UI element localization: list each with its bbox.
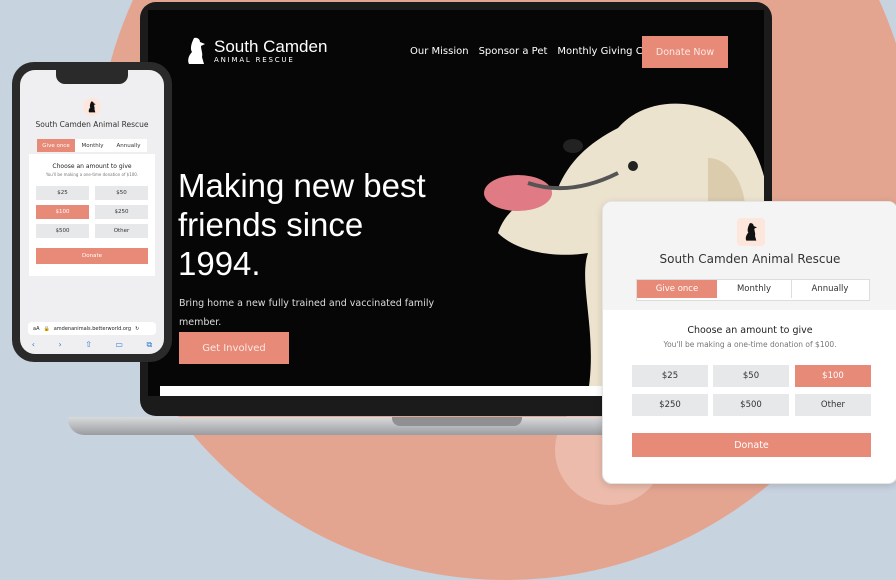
lock-icon: 🔒: [43, 325, 50, 332]
hero-heading: Making new best friends since 1994.: [178, 166, 458, 283]
dog-logo-icon: [188, 37, 205, 64]
back-icon[interactable]: ‹: [32, 340, 35, 354]
tabs-icon[interactable]: ⧉: [146, 340, 152, 354]
phone-frame: South Camden Animal Rescue Give once Mon…: [12, 62, 172, 362]
site-logo[interactable]: South Camden ANIMAL RESCUE: [184, 36, 327, 66]
hero-subtext-line: member.: [179, 317, 222, 328]
phone-amount-500[interactable]: $500: [36, 224, 89, 238]
widget-tab-annually[interactable]: Annually: [792, 280, 868, 298]
widget-amount-50[interactable]: $50: [713, 365, 789, 387]
donate-now-button[interactable]: Donate Now: [642, 36, 728, 68]
widget-logo: [737, 218, 765, 246]
phone-amount-50[interactable]: $50: [95, 186, 148, 200]
phone-amount-other[interactable]: Other: [95, 224, 148, 238]
widget-donate-button[interactable]: Donate: [632, 433, 871, 457]
main-nav: Our Mission Sponsor a Pet Monthly Giving…: [410, 46, 658, 57]
hero-subtext-line: Bring home a new fully trained and vacci…: [179, 298, 435, 309]
brand-name: South Camden: [214, 37, 328, 56]
widget-amount-500[interactable]: $500: [713, 394, 789, 416]
phone-amount-25[interactable]: $25: [36, 186, 89, 200]
brand-subtitle: ANIMAL RESCUE: [214, 56, 295, 64]
phone-address-bar[interactable]: aA 🔒 amdenanimals.betterworld.org ↻: [28, 322, 156, 335]
widget-amount-25[interactable]: $25: [632, 365, 708, 387]
donation-widget: South Camden Animal Rescue Give once Mon…: [602, 201, 896, 484]
nav-sponsor-a-pet[interactable]: Sponsor a Pet: [479, 46, 548, 57]
phone-heading: Choose an amount to give: [52, 163, 132, 170]
phone-tab-monthly[interactable]: Monthly: [75, 139, 110, 152]
hero-line: 1994.: [178, 245, 261, 282]
phone-tab-give-once[interactable]: Give once: [37, 139, 75, 152]
phone-notch: [56, 70, 128, 84]
widget-note: You'll be making a one-time donation of …: [663, 340, 837, 349]
phone-toolbar: ‹ › ⇧ ▭ ⧉: [20, 340, 164, 354]
phone-url: amdenanimals.betterworld.org: [53, 325, 132, 332]
widget-amount-250[interactable]: $250: [632, 394, 708, 416]
hero-subtext: Bring home a new fully trained and vacci…: [179, 294, 439, 332]
dog-logo-icon: [88, 101, 96, 113]
nav-our-mission[interactable]: Our Mission: [410, 46, 469, 57]
phone-amount-100[interactable]: $100: [36, 205, 89, 219]
bookmarks-icon[interactable]: ▭: [115, 340, 123, 354]
phone-screen: South Camden Animal Rescue Give once Mon…: [20, 70, 164, 354]
widget-tab-monthly[interactable]: Monthly: [717, 280, 792, 298]
dog-logo-icon: [745, 223, 757, 241]
phone-logo: [83, 98, 101, 116]
hero-line: Making new best: [178, 167, 426, 204]
phone-tab-annually[interactable]: Annually: [110, 139, 147, 152]
phone-title: South Camden Animal Rescue: [35, 120, 149, 129]
laptop-notch: [392, 417, 522, 426]
forward-icon[interactable]: ›: [58, 340, 61, 354]
reload-icon[interactable]: ↻: [135, 326, 139, 332]
text-size-button[interactable]: aA: [33, 326, 39, 332]
phone-donation-card: Choose an amount to give You'll be makin…: [29, 154, 155, 276]
widget-tab-give-once[interactable]: Give once: [637, 280, 717, 298]
widget-amount-100[interactable]: $100: [795, 365, 871, 387]
hero-line: friends since: [178, 206, 364, 243]
widget-heading: Choose an amount to give: [687, 325, 813, 336]
phone-note: You'll be making a one-time donation of …: [45, 172, 139, 177]
widget-title: South Camden Animal Rescue: [659, 252, 841, 266]
phone-donate-button[interactable]: Donate: [36, 248, 148, 264]
widget-amount-other[interactable]: Other: [795, 394, 871, 416]
share-icon[interactable]: ⇧: [85, 340, 92, 354]
phone-amount-250[interactable]: $250: [95, 205, 148, 219]
get-involved-button[interactable]: Get Involved: [179, 332, 289, 364]
